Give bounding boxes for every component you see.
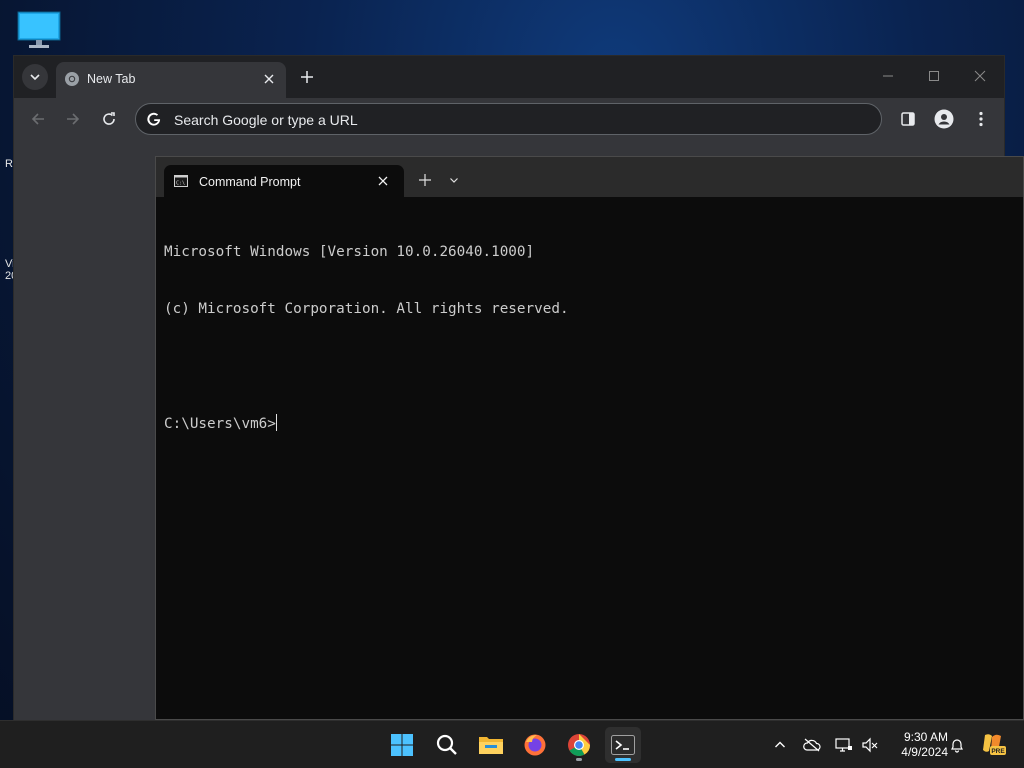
copilot-button[interactable]: PRE bbox=[980, 731, 1006, 757]
side-panel-icon bbox=[901, 112, 915, 126]
svg-text:C:\: C:\ bbox=[176, 181, 185, 187]
forward-arrow-icon bbox=[67, 113, 80, 125]
clock-date: 4/9/2024 bbox=[901, 745, 948, 759]
onedrive-tray-icon[interactable] bbox=[802, 735, 822, 755]
running-indicator bbox=[576, 758, 582, 761]
chrome-tab-title: New Tab bbox=[87, 72, 136, 86]
close-icon bbox=[378, 176, 388, 186]
chrome-tab-strip: New Tab bbox=[14, 56, 1004, 98]
back-arrow-icon bbox=[31, 113, 44, 125]
terminal-icon bbox=[611, 735, 635, 755]
chrome-favicon-icon bbox=[65, 72, 79, 86]
plus-icon bbox=[419, 174, 431, 186]
minimize-icon bbox=[883, 75, 893, 77]
chrome-taskbar-button[interactable] bbox=[561, 727, 597, 763]
address-bar[interactable] bbox=[135, 103, 882, 135]
taskbar: 9:30 AM 4/9/2024 PRE bbox=[0, 720, 1024, 768]
terminal-profile-dropdown[interactable] bbox=[445, 171, 463, 189]
close-window-button[interactable] bbox=[966, 64, 994, 88]
chrome-icon bbox=[568, 734, 590, 756]
terminal-tab-bar: C:\ Command Prompt bbox=[156, 157, 1023, 197]
chevron-down-icon bbox=[30, 74, 40, 81]
terminal-tab-close-button[interactable] bbox=[374, 172, 392, 190]
plus-icon bbox=[301, 71, 313, 83]
reload-icon bbox=[103, 112, 115, 125]
chevron-up-icon bbox=[775, 741, 785, 748]
terminal-line: Microsoft Windows [Version 10.0.26040.10… bbox=[164, 244, 535, 260]
terminal-window[interactable]: C:\ Command Prompt Microsoft Windows [Ve… bbox=[155, 156, 1024, 720]
folder-icon bbox=[479, 737, 503, 754]
network-icon bbox=[835, 738, 852, 752]
maximize-button[interactable] bbox=[920, 64, 948, 88]
tab-close-button[interactable] bbox=[260, 70, 278, 88]
reload-button[interactable] bbox=[97, 107, 121, 131]
notifications-button[interactable] bbox=[947, 735, 967, 755]
bell-icon bbox=[951, 739, 963, 753]
chevron-down-icon bbox=[450, 178, 458, 183]
windows-logo-icon bbox=[391, 734, 413, 756]
search-button[interactable] bbox=[429, 727, 465, 763]
copilot-pre-badge: PRE bbox=[991, 748, 1005, 755]
firefox-button[interactable] bbox=[517, 727, 553, 763]
file-explorer-button[interactable] bbox=[473, 727, 509, 763]
new-tab-button[interactable] bbox=[296, 66, 318, 88]
this-pc-desktop-icon[interactable] bbox=[16, 10, 62, 50]
desktop-icon-label-partial: R bbox=[5, 158, 13, 170]
omnibox-input[interactable] bbox=[172, 110, 866, 130]
firefox-icon bbox=[524, 734, 546, 756]
search-icon bbox=[436, 734, 457, 755]
terminal-line: (c) Microsoft Corporation. All rights re… bbox=[164, 301, 569, 317]
chrome-toolbar bbox=[14, 98, 1004, 140]
close-icon bbox=[264, 74, 274, 84]
terminal-prompt-line: C:\Users\vm6> bbox=[164, 414, 1004, 433]
command-prompt-icon: C:\ bbox=[174, 175, 188, 187]
profile-button[interactable] bbox=[932, 107, 956, 131]
forward-button[interactable] bbox=[61, 107, 85, 131]
chrome-tab-new-tab[interactable]: New Tab bbox=[56, 62, 286, 98]
minimize-button[interactable] bbox=[874, 64, 902, 88]
terminal-new-tab-button[interactable] bbox=[415, 170, 435, 190]
close-icon bbox=[974, 70, 986, 82]
terminal-taskbar-button[interactable] bbox=[605, 727, 641, 763]
active-indicator bbox=[615, 758, 631, 761]
show-hidden-icons-button[interactable] bbox=[770, 735, 790, 755]
kebab-menu-icon bbox=[979, 111, 983, 127]
terminal-tab-command-prompt[interactable]: C:\ Command Prompt bbox=[164, 165, 404, 197]
chrome-menu-button[interactable] bbox=[969, 107, 993, 131]
tab-search-button[interactable] bbox=[22, 64, 48, 90]
terminal-tab-title: Command Prompt bbox=[199, 175, 301, 189]
side-panel-button[interactable] bbox=[896, 107, 920, 131]
copilot-icon: PRE bbox=[983, 734, 1006, 755]
terminal-output[interactable]: Microsoft Windows [Version 10.0.26040.10… bbox=[164, 205, 1004, 705]
profile-avatar-icon bbox=[934, 109, 954, 129]
speaker-muted-icon bbox=[862, 737, 878, 753]
clock-time: 9:30 AM bbox=[903, 730, 948, 744]
text-cursor bbox=[275, 414, 277, 431]
start-button[interactable] bbox=[384, 727, 420, 763]
google-g-icon bbox=[147, 112, 161, 126]
maximize-icon bbox=[929, 71, 939, 81]
cloud-offline-icon bbox=[803, 738, 821, 752]
system-clock[interactable]: 9:30 AM 4/9/2024 bbox=[884, 730, 948, 760]
network-tray-icon[interactable] bbox=[834, 735, 854, 755]
volume-tray-icon[interactable] bbox=[860, 735, 880, 755]
terminal-prompt: C:\Users\vm6> bbox=[164, 416, 276, 432]
back-button[interactable] bbox=[26, 107, 50, 131]
